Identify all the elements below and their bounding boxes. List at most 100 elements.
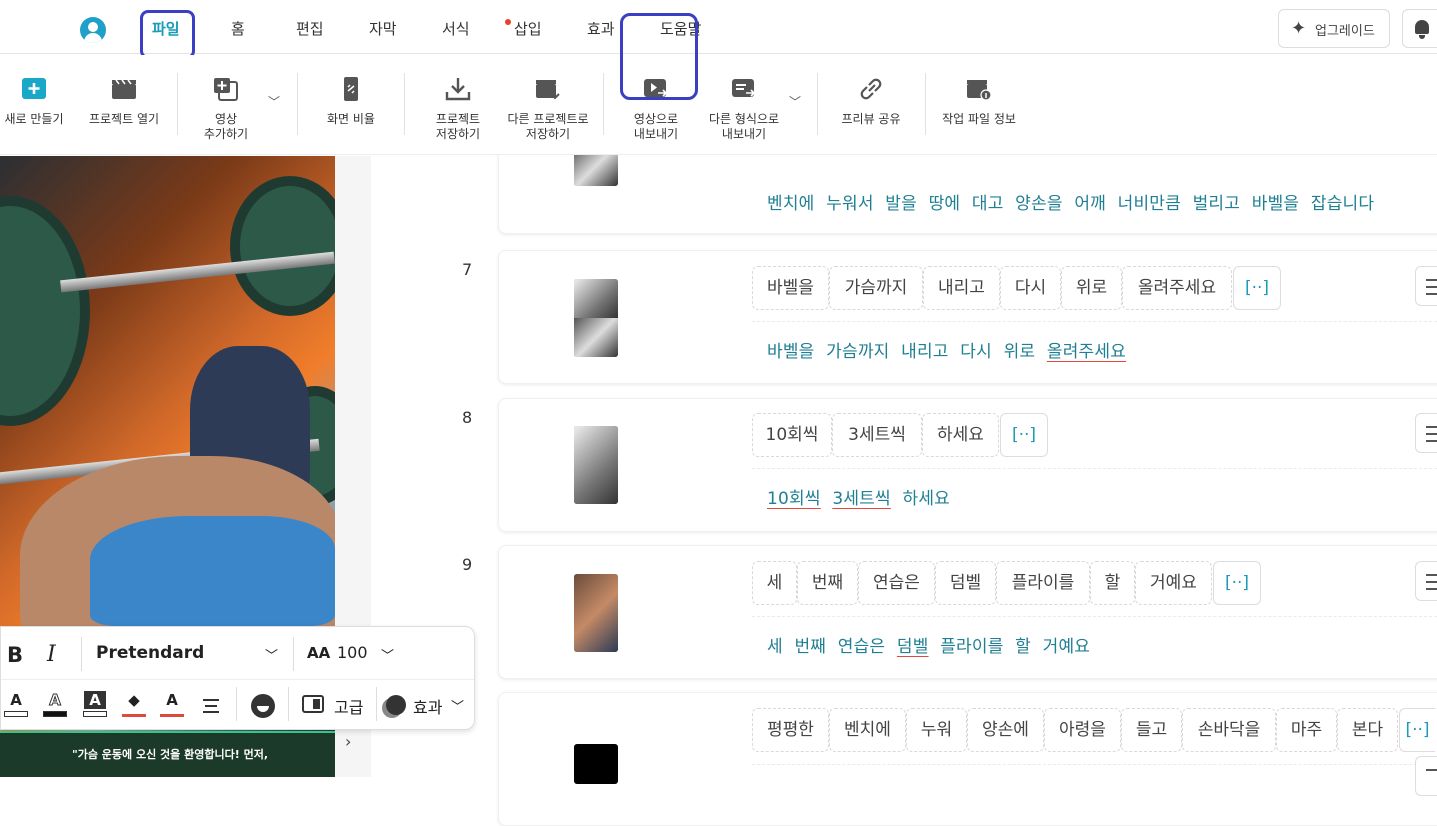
export-other-button[interactable]: 다른 형식으로 내보내기 xyxy=(700,55,788,155)
effects-label[interactable]: 효과 xyxy=(413,694,442,718)
word-chip[interactable]: 할 xyxy=(1090,561,1135,605)
word-chip[interactable]: 양손에 xyxy=(967,708,1044,752)
word-chip[interactable]: 평평한 xyxy=(752,708,829,752)
word-chip[interactable]: 들고 xyxy=(1121,708,1182,752)
add-video-button[interactable]: 영상 추가하기 xyxy=(190,55,262,155)
avatar[interactable] xyxy=(80,17,106,43)
word-chip[interactable]: 내리고 xyxy=(923,266,1000,310)
word-chip[interactable]: 플라이를 xyxy=(996,561,1090,605)
caption-preview[interactable]: "가슴 운동에 오신 것을 환영합니다! 먼저, xyxy=(0,731,335,777)
bold-button[interactable]: B xyxy=(7,643,23,667)
scene-thumbnail[interactable] xyxy=(574,279,618,357)
scene-thumbnail[interactable] xyxy=(574,574,618,652)
chevron-down-icon[interactable]: ﹀ xyxy=(268,93,280,110)
scene-menu-button[interactable] xyxy=(1415,756,1437,796)
scene-thumbnail[interactable] xyxy=(574,426,618,504)
word-chip[interactable]: 마주 xyxy=(1276,708,1337,752)
tab-effects[interactable]: 효과 xyxy=(587,18,615,39)
open-project-button[interactable]: 프로젝트 열기 xyxy=(80,55,168,155)
link-icon xyxy=(860,78,882,100)
word-chip[interactable]: 아령을 xyxy=(1044,708,1121,752)
font-size-value[interactable]: 100 xyxy=(337,643,368,662)
tab-format[interactable]: 서식 xyxy=(442,18,470,39)
save-as-label: 다른 프로젝트로 저장하기 xyxy=(507,112,589,141)
document-export-icon xyxy=(732,79,756,97)
emoji-icon[interactable] xyxy=(251,694,275,718)
word-chip[interactable]: 누워 xyxy=(906,708,967,752)
text-color-icon[interactable]: A xyxy=(4,691,28,717)
tab-insert[interactable]: 삽입 xyxy=(514,18,542,39)
word-chip[interactable]: 바벨을 xyxy=(752,266,829,310)
font-family-select[interactable]: Pretendard xyxy=(96,643,204,663)
aspect-ratio-button[interactable]: 화면 비율 xyxy=(312,55,390,155)
upgrade-button[interactable]: ✦ 업그레이드 xyxy=(1278,9,1390,48)
new-project-label: 새로 만들기 xyxy=(4,112,64,126)
tab-subtitle[interactable]: 자막 xyxy=(369,18,397,39)
word-chip[interactable]: 3세트씩 xyxy=(832,413,922,457)
bell-icon xyxy=(1415,20,1429,34)
quality-label[interactable]: 고급 xyxy=(334,694,363,718)
word-chip[interactable]: 다시 xyxy=(1000,266,1061,310)
plus-square-icon xyxy=(22,78,46,99)
text-outline-color-icon[interactable]: A xyxy=(43,691,67,717)
clapperboard-save-icon xyxy=(536,80,560,100)
chevron-down-icon[interactable]: ﹀ xyxy=(265,645,278,664)
file-info-button[interactable]: 작업 파일 정보 xyxy=(934,55,1024,155)
share-preview-button[interactable]: 프리뷰 공유 xyxy=(832,55,910,155)
tab-edit[interactable]: 편집 xyxy=(296,18,324,39)
export-video-label: 영상으로 내보내기 xyxy=(633,112,679,141)
word-chip[interactable]: 덤벨 xyxy=(935,561,996,605)
chevron-down-icon[interactable]: ﹀ xyxy=(451,696,464,715)
more-words-button[interactable]: [··] xyxy=(1213,561,1261,605)
scene-sentence[interactable]: 10회씩 3세트씩 하세요 xyxy=(767,484,950,509)
word-chip[interactable]: 거예요 xyxy=(1135,561,1212,605)
tab-home[interactable]: 홈 xyxy=(231,18,245,39)
text-background-color-icon[interactable]: A xyxy=(83,691,107,717)
text-format-panel: B I Pretendard ﹀ AA 100 ﹀ A A A ◆ A 고급 효… xyxy=(0,626,475,730)
open-project-label: 프로젝트 열기 xyxy=(88,112,160,126)
scene-sentence[interactable]: 바벨을 가슴까지 내리고 다시 위로 올려주세요 xyxy=(767,337,1126,362)
scene-thumbnail[interactable] xyxy=(574,744,618,784)
sparkle-icon: ✦ xyxy=(1291,18,1307,39)
add-video-label: 영상 추가하기 xyxy=(203,112,249,141)
more-words-button[interactable]: [··] xyxy=(1399,708,1435,752)
save-as-button[interactable]: 다른 프로젝트로 저장하기 xyxy=(500,55,596,155)
word-chip[interactable]: 벤치에 xyxy=(829,708,906,752)
word-chip[interactable]: 위로 xyxy=(1061,266,1122,310)
word-chip[interactable]: 하세요 xyxy=(922,413,999,457)
more-words-button[interactable]: [··] xyxy=(1000,413,1048,457)
word-chip[interactable]: 가슴까지 xyxy=(829,266,923,310)
word-chip[interactable]: 세 xyxy=(752,561,797,605)
scene-menu-button[interactable] xyxy=(1415,561,1437,601)
fill-color-icon[interactable]: ◆ xyxy=(122,691,146,717)
scene-menu-button[interactable] xyxy=(1415,413,1437,453)
chevron-right-icon[interactable]: › xyxy=(345,732,351,751)
word-chip[interactable]: 연습은 xyxy=(858,561,935,605)
word-chip[interactable]: 손바닥을 xyxy=(1182,708,1276,752)
ribbon-toolbar: 새로 만들기 프로젝트 열기 영상 추가하기 ﹀ 화면 비율 프로젝트 저장하기… xyxy=(0,55,1437,155)
export-other-label: 다른 형식으로 내보내기 xyxy=(708,112,780,141)
italic-button[interactable]: I xyxy=(47,642,56,667)
effects-icon[interactable] xyxy=(386,695,406,715)
align-center-icon[interactable] xyxy=(203,699,219,713)
word-chip[interactable]: 올려주세요 xyxy=(1122,266,1232,310)
caption-text: "가슴 운동에 오신 것을 환영합니다! 먼저, xyxy=(72,748,268,761)
chevron-down-icon[interactable]: ﹀ xyxy=(381,645,394,664)
scene-sentence[interactable]: 세 번째 연습은 덤벨 플라이를 할 거예요 xyxy=(767,632,1090,657)
chevron-down-icon[interactable]: ﹀ xyxy=(789,93,801,110)
quality-icon[interactable] xyxy=(302,695,324,713)
word-chip[interactable]: 10회씩 xyxy=(752,413,832,457)
word-chip[interactable]: 본다 xyxy=(1337,708,1398,752)
scene-menu-button[interactable] xyxy=(1415,266,1437,306)
word-chip[interactable]: 번째 xyxy=(797,561,858,605)
notification-dot xyxy=(505,19,511,25)
notifications-button[interactable] xyxy=(1402,9,1437,48)
save-project-button[interactable]: 프로젝트 저장하기 xyxy=(420,55,496,155)
scene-number: 9 xyxy=(462,555,473,574)
new-project-button[interactable]: 새로 만들기 xyxy=(0,55,68,155)
aspect-ratio-label: 화면 비율 xyxy=(327,112,375,126)
highlight-color-icon[interactable]: A xyxy=(160,691,184,717)
scene-sentence[interactable]: 벤치에 누워서 발을 땅에 대고 양손을 어깨 너비만큼 벌리고 바벨을 잡습니… xyxy=(767,189,1374,214)
more-words-button[interactable]: [··] xyxy=(1233,266,1281,310)
scene-number: 8 xyxy=(462,408,473,427)
